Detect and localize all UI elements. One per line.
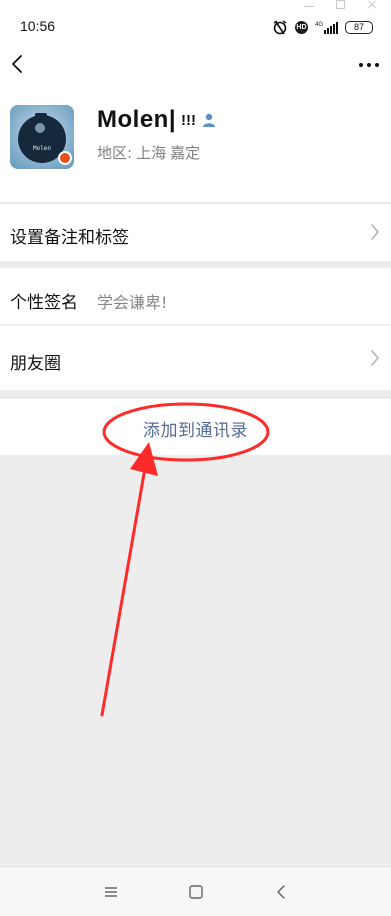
back-nav-icon[interactable] [275,883,287,901]
signature-value: 学会谦卑! [97,293,168,312]
chevron-right-icon [371,350,379,366]
hd-icon: HD [294,20,308,34]
more-icon[interactable] [357,57,381,73]
region-city: 上海 [136,144,167,162]
close-icon[interactable] [367,0,377,10]
signal-icon: 4G [315,20,338,34]
avatar-text: Molen [33,145,51,152]
remark-tags-row[interactable]: 设置备注和标签 [0,203,391,261]
signature-row: 个性签名 学会谦卑! [0,268,391,324]
maximize-icon[interactable] [336,0,345,9]
home-icon[interactable] [188,884,204,900]
minimize-icon[interactable] [304,5,314,7]
moments-label: 朋友圈 [10,354,61,374]
remark-tags-label: 设置备注和标签 [10,228,129,248]
battery-icon: 87 [345,20,373,34]
avatar-badge [58,151,72,165]
top-navigation-bar [0,46,391,86]
annotation-arrow [100,442,158,717]
alarm-off-icon [273,20,287,35]
window-controls [304,0,377,10]
wechat-profile-screen: 10:56 HD 4G 87 Molen Molen| !!! 地区: 上海 嘉… [0,0,391,916]
profile-card: Molen Molen| !!! 地区: 上海 嘉定 [0,86,391,202]
region-row: 地区: 上海 嘉定 [97,142,200,163]
status-bar: 10:56 HD 4G 87 [0,0,391,46]
signature-label: 个性签名 [10,293,78,313]
network-type: 4G [314,22,323,28]
moments-row[interactable]: 朋友圈 [0,325,391,390]
menu-icon[interactable] [103,885,119,899]
name-row: Molen| !!! [97,106,217,134]
status-time: 10:56 [20,18,56,34]
region-label: 地区: [97,144,133,162]
system-navigation-bar [0,866,391,916]
chevron-right-icon [371,224,379,240]
status-icons: HD 4G 87 [272,18,373,36]
back-icon[interactable] [8,54,28,74]
profile-name-extra: !!! [181,111,197,129]
profile-name: Molen| [97,106,177,133]
male-icon [203,113,216,127]
region-district: 嘉定 [170,144,201,162]
